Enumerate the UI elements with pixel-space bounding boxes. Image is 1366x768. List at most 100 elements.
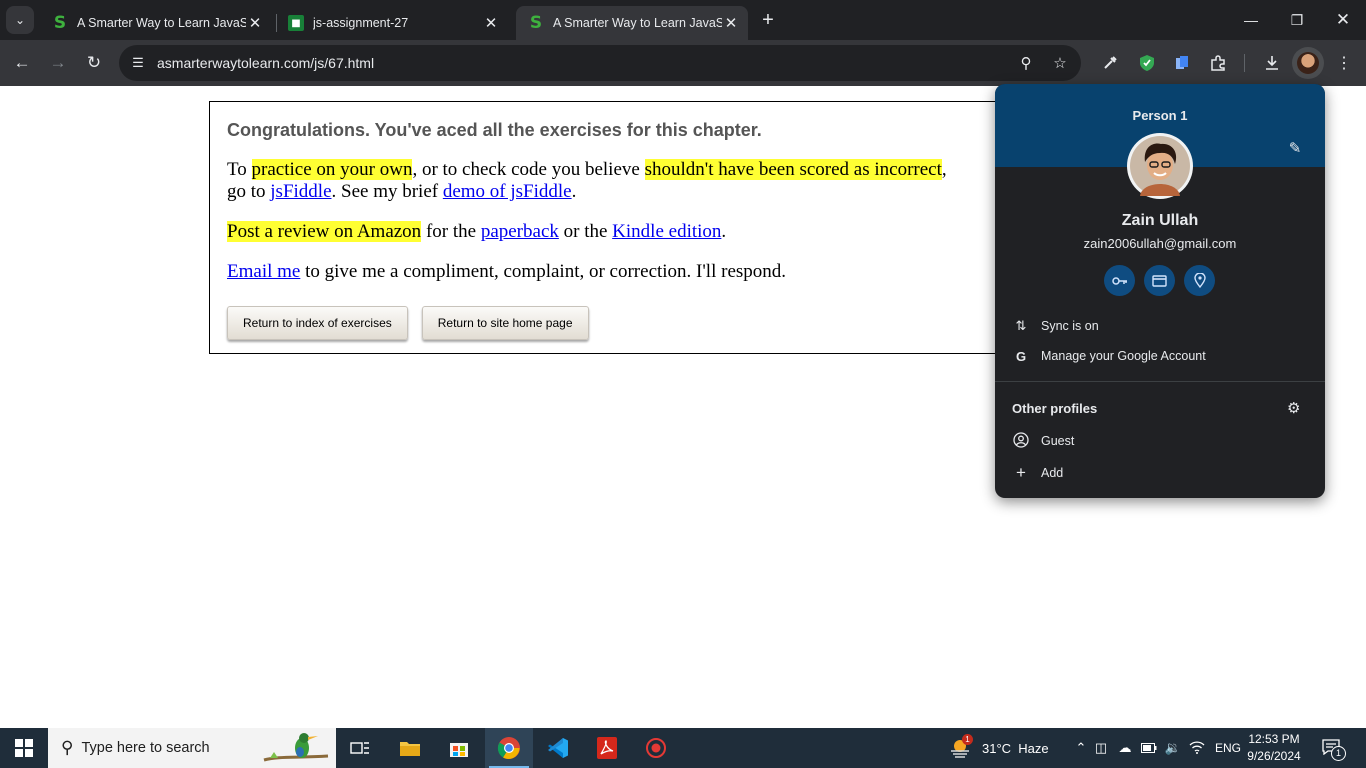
chrome-taskbar-button[interactable] bbox=[485, 728, 533, 768]
profile-email: zain2006ullah@gmail.com bbox=[1083, 236, 1237, 251]
restore-icon: ❐ bbox=[1290, 11, 1304, 28]
chevron-down-icon: ⌄ bbox=[14, 13, 26, 27]
edit-pencil-icon[interactable]: ✎ bbox=[1284, 137, 1306, 159]
tab-2[interactable]: ■ js-assignment-27 ✕ bbox=[276, 6, 508, 40]
vscode-button[interactable] bbox=[534, 728, 582, 768]
show-hidden-icons-icon[interactable]: ⌃ bbox=[1073, 740, 1089, 756]
addresses-pin-icon[interactable] bbox=[1184, 265, 1215, 296]
arrow-left-icon: ← bbox=[13, 53, 31, 72]
sync-icon: ⇅ bbox=[1015, 318, 1027, 333]
person-avatar-icon bbox=[1130, 136, 1190, 196]
eyedropper-extension-icon[interactable] bbox=[1098, 51, 1122, 75]
highlighted-text: shouldn't have been scored as incorrect bbox=[644, 159, 942, 180]
acrobat-pdf-icon bbox=[597, 737, 617, 759]
close-icon: ✕ bbox=[1335, 10, 1351, 29]
text: , bbox=[941, 159, 947, 180]
store-bag-icon bbox=[450, 743, 468, 757]
wifi-icon[interactable] bbox=[1185, 740, 1209, 757]
close-tab-icon[interactable]: ✕ bbox=[722, 14, 740, 32]
text: for the bbox=[421, 221, 481, 242]
tab-search-button[interactable]: ⌄ bbox=[6, 6, 34, 34]
tab-3-active[interactable]: S A Smarter Way to Learn JavaScript ✕ bbox=[516, 6, 748, 40]
return-to-index-button[interactable]: Return to index of exercises bbox=[227, 306, 408, 340]
close-window-button[interactable]: ✕ bbox=[1320, 0, 1366, 40]
kindle-edition-link[interactable]: Kindle edition bbox=[612, 221, 721, 242]
reload-icon: ↻ bbox=[86, 53, 102, 72]
text: . bbox=[571, 181, 577, 202]
bookmark-star-icon[interactable]: ☆ bbox=[1049, 52, 1071, 74]
tab-title: A Smarter Way to Learn JavaScript bbox=[553, 16, 722, 30]
passwords-key-icon[interactable] bbox=[1104, 265, 1135, 296]
volume-icon[interactable]: 🔉 bbox=[1161, 740, 1185, 756]
site-info-icon[interactable]: ☰ bbox=[127, 52, 149, 74]
shield-extension-icon[interactable] bbox=[1135, 51, 1159, 75]
battery-icon[interactable] bbox=[1137, 741, 1161, 756]
tab-1[interactable]: S A Smarter Way to Learn JavaScript ✕ bbox=[40, 6, 272, 40]
windows-logo-icon bbox=[15, 739, 33, 757]
text: To bbox=[227, 159, 252, 180]
start-button[interactable] bbox=[0, 728, 48, 768]
email-me-link[interactable]: Email me bbox=[227, 261, 300, 282]
forward-button[interactable]: → bbox=[44, 49, 72, 77]
chrome-icon bbox=[497, 737, 520, 759]
language-indicator[interactable]: ENG bbox=[1215, 741, 1241, 755]
minimize-button[interactable]: — bbox=[1228, 0, 1274, 40]
jsfiddle-link[interactable]: jsFiddle bbox=[270, 181, 331, 202]
payment-card-icon[interactable] bbox=[1144, 265, 1175, 296]
profile-label: Person 1 bbox=[1132, 108, 1188, 123]
guest-label: Guest bbox=[1041, 434, 1075, 448]
highlighted-text: practice on your own bbox=[251, 159, 413, 180]
restore-button[interactable]: ❐ bbox=[1274, 0, 1320, 40]
tab-title: js-assignment-27 bbox=[313, 16, 409, 30]
address-bar[interactable]: ☰ asmarterwaytolearn.com/js/67.html ⚲ ☆ bbox=[119, 45, 1081, 81]
reload-button[interactable]: ↻ bbox=[80, 49, 108, 77]
meet-now-icon[interactable]: ◫ bbox=[1089, 740, 1113, 756]
paperback-link[interactable]: paperback bbox=[481, 221, 559, 242]
more-menu-icon[interactable]: ⋮ bbox=[1332, 51, 1356, 75]
text: to give me a compliment, complaint, or c… bbox=[300, 261, 787, 282]
search-placeholder: Type here to search bbox=[81, 740, 210, 756]
sync-row[interactable]: ⇅ Sync is on bbox=[995, 312, 1325, 340]
navigation-buttons: Return to index of exercises Return to si… bbox=[227, 306, 603, 340]
return-to-home-button[interactable]: Return to site home page bbox=[421, 306, 589, 340]
microsoft-store-button[interactable] bbox=[435, 728, 483, 768]
close-tab-icon[interactable]: ✕ bbox=[246, 14, 264, 32]
arrow-right-icon: → bbox=[49, 53, 67, 72]
docs-extension-icon[interactable] bbox=[1170, 51, 1194, 75]
weather-haze-icon: 1 bbox=[948, 734, 973, 759]
manage-account-row[interactable]: G Manage your Google Account bbox=[995, 342, 1325, 370]
asmarterway-favicon-icon: S bbox=[53, 13, 67, 33]
divider bbox=[995, 381, 1325, 382]
avatar bbox=[1297, 52, 1319, 74]
time: 12:53 PM bbox=[1248, 732, 1300, 746]
profile-button[interactable] bbox=[1292, 47, 1324, 79]
zoom-icon[interactable]: ⚲ bbox=[1015, 52, 1037, 74]
google-g-icon: G bbox=[1015, 348, 1027, 364]
record-icon bbox=[646, 738, 666, 758]
exercise-complete-panel: Congratulations. You've aced all the exe… bbox=[209, 101, 1109, 354]
add-profile-row[interactable]: + Add bbox=[995, 459, 1325, 487]
back-button[interactable]: ← bbox=[8, 49, 36, 77]
new-tab-button[interactable]: + bbox=[757, 9, 779, 31]
notification-center-button[interactable]: 1 bbox=[1322, 728, 1346, 768]
screen-recorder-button[interactable] bbox=[632, 728, 680, 768]
file-explorer-button[interactable] bbox=[386, 728, 434, 768]
weather-alert-badge: 1 bbox=[962, 734, 973, 745]
cloud-offline-icon[interactable]: ☁ bbox=[1113, 740, 1137, 756]
vscode-icon bbox=[548, 738, 568, 758]
task-view-button[interactable] bbox=[336, 728, 384, 768]
weather-widget[interactable]: 1 31°C Haze bbox=[948, 728, 1049, 768]
gear-icon[interactable]: ⚙ bbox=[1287, 399, 1300, 417]
add-label: Add bbox=[1041, 466, 1064, 480]
download-icon[interactable] bbox=[1260, 51, 1284, 75]
review-paragraph: Post a review on Amazon for the paperbac… bbox=[227, 221, 1091, 243]
taskbar-search-box[interactable]: ⚲ Type here to search bbox=[48, 728, 336, 768]
guest-profile-row[interactable]: Guest bbox=[995, 427, 1325, 455]
taskbar-clock[interactable]: 12:53 PM 9/26/2024 bbox=[1245, 731, 1303, 765]
close-tab-icon[interactable]: ✕ bbox=[482, 14, 500, 32]
jsfiddle-demo-link[interactable]: demo of jsFiddle bbox=[443, 181, 572, 202]
weather-text: 31°C Haze bbox=[982, 740, 1049, 756]
extensions-puzzle-icon[interactable] bbox=[1206, 51, 1230, 75]
url-text[interactable]: asmarterwaytolearn.com/js/67.html bbox=[157, 55, 374, 71]
acrobat-button[interactable] bbox=[583, 728, 631, 768]
